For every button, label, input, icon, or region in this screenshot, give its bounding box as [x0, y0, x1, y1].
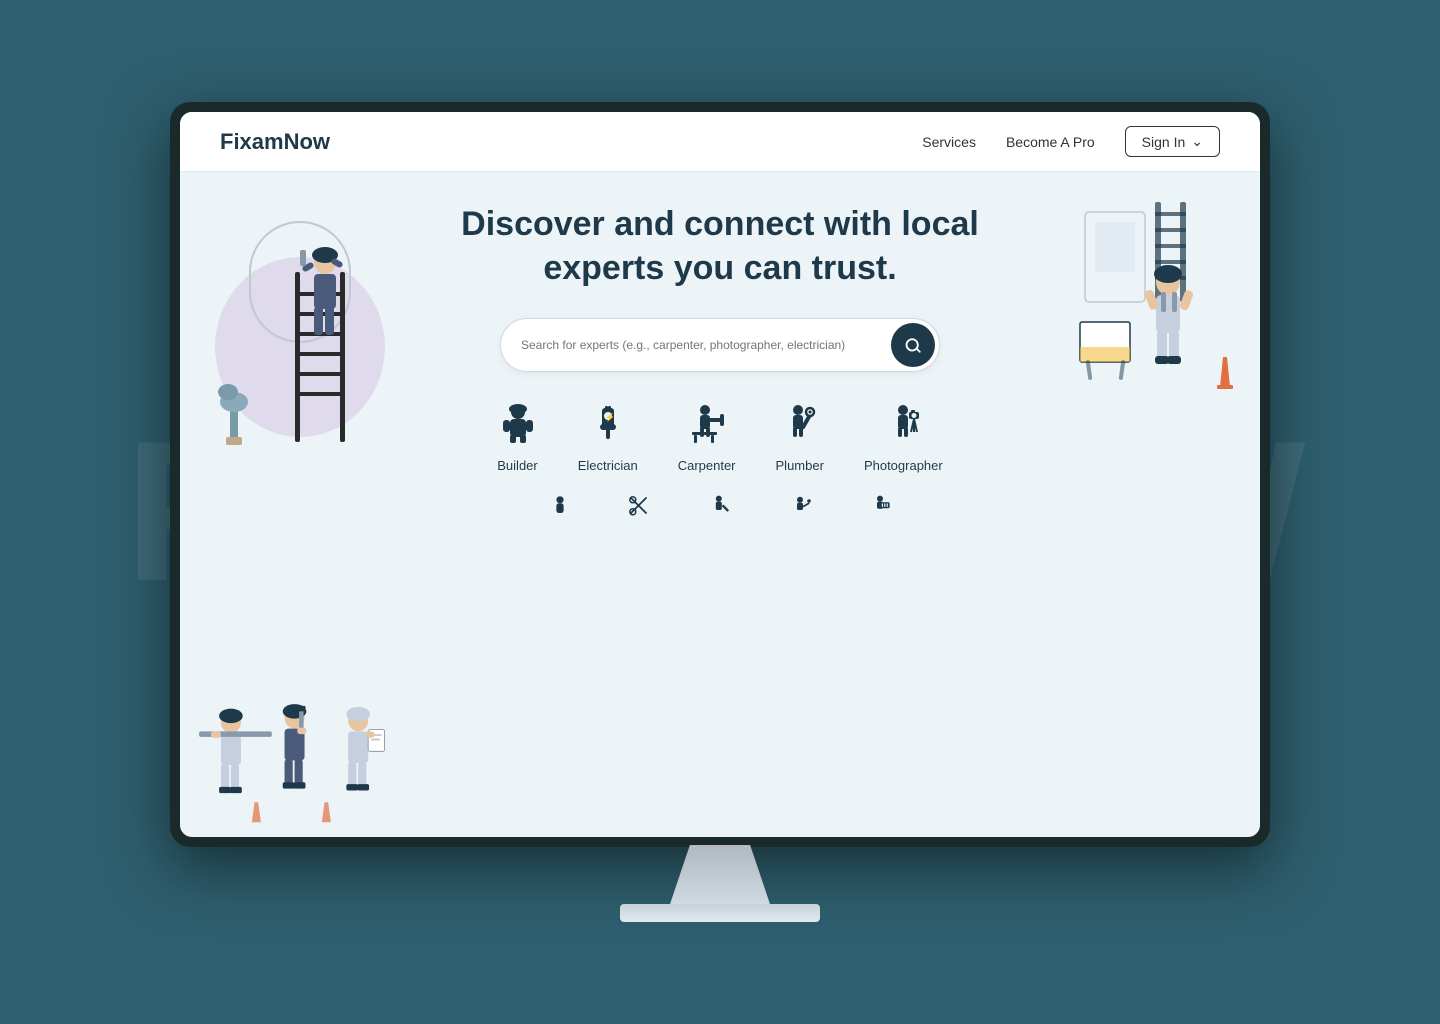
hero-section: Discover and connect with local experts …	[180, 172, 1260, 837]
sign-in-button[interactable]: Sign In ⌄	[1125, 126, 1220, 157]
search-icon	[904, 336, 922, 354]
signage-icon	[860, 491, 900, 525]
photographer-label: Photographer	[864, 458, 943, 473]
electrician-icon: ⚡	[588, 404, 628, 450]
headline-line2: experts you can trust.	[543, 249, 896, 287]
monitor-shell: FixamNow Services Become A Pro Sign In ⌄	[130, 102, 1310, 922]
become-pro-link[interactable]: Become A Pro	[1006, 134, 1095, 150]
categories-row-1: Builder	[497, 404, 942, 473]
left-illustration	[200, 192, 400, 477]
screen-inner: FixamNow Services Become A Pro Sign In ⌄	[180, 112, 1260, 837]
category-photographer[interactable]: Photographer	[864, 404, 943, 473]
category-repair2[interactable]	[700, 491, 740, 525]
categories-row-2	[540, 491, 900, 525]
category-welder[interactable]	[780, 491, 820, 525]
navbar-right: Services Become A Pro Sign In ⌄	[922, 126, 1220, 157]
photographer-icon	[883, 404, 923, 450]
scissors-icon	[620, 491, 660, 525]
search-bar	[500, 318, 940, 372]
monitor-base	[620, 904, 820, 922]
right-illustration	[1065, 192, 1250, 397]
electrician-label: Electrician	[578, 458, 638, 473]
category-signage[interactable]	[860, 491, 900, 525]
category-builder[interactable]: Builder	[497, 404, 537, 473]
monitor-body: FixamNow Services Become A Pro Sign In ⌄	[170, 102, 1270, 847]
category-plumber[interactable]: Plumber	[776, 404, 824, 473]
carpenter-label: Carpenter	[678, 458, 736, 473]
sign-in-label: Sign In	[1142, 134, 1186, 150]
tailor-icon	[540, 491, 580, 525]
category-carpenter[interactable]: Carpenter	[678, 404, 736, 473]
search-button[interactable]	[891, 323, 935, 367]
plumber-label: Plumber	[776, 458, 824, 473]
bottom-left-illustration	[190, 695, 390, 836]
category-electrician[interactable]: ⚡ Electrician	[578, 404, 638, 473]
site-logo[interactable]: FixamNow	[220, 129, 330, 155]
plumber-icon	[780, 404, 820, 450]
headline-line1: Discover and connect with local	[461, 205, 979, 243]
hero-headline: Discover and connect with local experts …	[461, 202, 979, 290]
chevron-down-icon: ⌄	[1191, 133, 1203, 150]
svg-text:⚡: ⚡	[605, 412, 615, 422]
builder-icon	[498, 404, 538, 450]
services-link[interactable]: Services	[922, 134, 976, 150]
builder-label: Builder	[497, 458, 537, 473]
navbar: FixamNow Services Become A Pro Sign In ⌄	[180, 112, 1260, 172]
monitor-screen: FixamNow Services Become A Pro Sign In ⌄	[180, 112, 1260, 837]
welder-icon	[780, 491, 820, 525]
repair-icon	[700, 491, 740, 525]
category-tailor[interactable]	[540, 491, 580, 525]
category-scissors[interactable]	[620, 491, 660, 525]
search-input[interactable]	[521, 338, 891, 352]
carpenter-icon	[687, 404, 727, 450]
monitor-stand	[670, 845, 770, 905]
